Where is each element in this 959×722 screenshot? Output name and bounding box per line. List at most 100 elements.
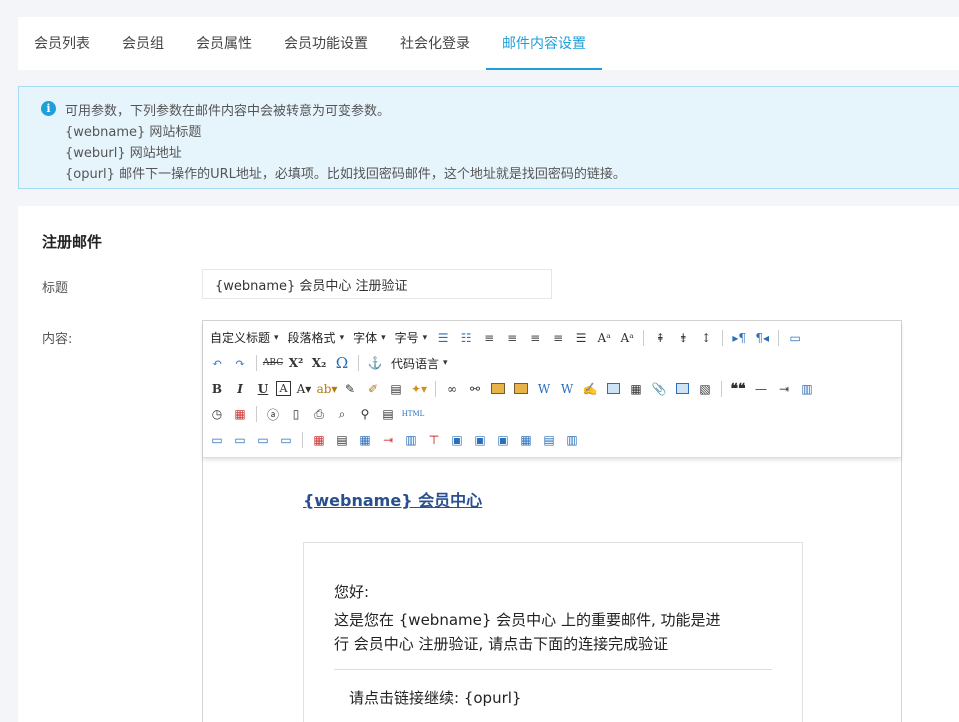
tab-member-group[interactable]: 会员组 [106,17,180,70]
italic-icon[interactable]: I [230,379,250,399]
font-case-upper-icon[interactable]: Aᵃ [594,328,614,348]
email-body-box: 您好: 这是您在 {webname} 会员中心 上的重要邮件, 功能是进 行 会… [303,542,803,722]
word-import-icon[interactable]: W [557,379,577,399]
info-notice: i 可用参数，下列参数在邮件内容中会被转意为可变参数。 {webname} 网站… [18,86,959,189]
merge-down-icon[interactable]: ▣ [493,430,513,450]
underline-icon[interactable]: U [253,379,273,399]
search-replace-icon[interactable]: ⚲ [355,404,375,424]
tab-member-list[interactable]: 会员列表 [18,17,106,70]
template-icon[interactable]: ▧ [695,379,715,399]
print-icon[interactable]: ⎙ [309,404,329,424]
row-spacing-top-icon[interactable]: ⇞ [650,328,670,348]
strikethrough-icon[interactable]: ABC [263,353,283,373]
word-image-icon[interactable]: W [534,379,554,399]
bold-icon[interactable]: B [207,379,227,399]
line-height-icon[interactable]: ↕ [696,328,716,348]
insert-table-icon[interactable]: ▦ [309,430,329,450]
anchor-icon[interactable]: ⚓ [365,353,385,373]
columns-icon[interactable]: ▥ [797,379,817,399]
image-none-icon[interactable]: ▭ [207,430,227,450]
toolbar-separator [358,355,359,372]
ordered-list-icon[interactable]: ☰ [433,328,453,348]
video-icon[interactable] [603,379,623,399]
redo-icon[interactable]: ↷ [230,353,250,373]
split-cells-icon[interactable]: ▦ [516,430,536,450]
image-right-icon[interactable]: ▭ [253,430,273,450]
font-border-icon[interactable]: A [276,381,291,397]
special-chars-icon[interactable]: Ω [332,353,352,373]
delete-row-icon[interactable]: ⇥ [378,430,398,450]
top-band [0,0,959,17]
time-icon[interactable]: ◷ [207,404,227,424]
multi-image-icon[interactable] [511,379,531,399]
map-icon[interactable] [672,379,692,399]
toolbar-separator [302,431,303,448]
insert-caption-icon[interactable]: ▤ [332,430,352,450]
code-language-dropdown[interactable]: 代码语言 [388,353,451,373]
autotypeset-icon[interactable]: ▤ [378,404,398,424]
align-right-icon[interactable]: ≡ [548,328,568,348]
subscript-icon[interactable]: X₂ [309,353,329,373]
rtl-direction-icon[interactable]: ¶◂ [752,328,772,348]
superscript-icon[interactable]: X² [286,353,306,373]
unlink-icon[interactable]: ⚯ [465,379,485,399]
html-source-icon[interactable]: HTML [401,404,425,424]
font-family-dropdown[interactable]: 字体 [350,328,389,348]
toolbar-separator [643,329,645,346]
source-view-icon[interactable]: ▭ [785,328,805,348]
subject-input[interactable] [202,269,552,299]
eraser-icon[interactable]: ✎ [340,379,360,399]
toolbar-separator [256,355,257,372]
align-justify-icon[interactable]: ☰ [571,328,591,348]
page-break-icon[interactable]: ⇥ [774,379,794,399]
image-icon[interactable] [488,379,508,399]
undo-icon[interactable]: ↶ [207,353,227,373]
editor-toolbar: 自定义标题 段落格式 字体 字号 ☰ ☷ ≡ ≡ ≡ ≡ ☰ Aᵃ Aᵃ ⇞ ⇟… [203,321,901,458]
split-rows-icon[interactable]: ▤ [539,430,559,450]
unordered-list-icon[interactable]: ☷ [456,328,476,348]
email-heading-link[interactable]: {webname} 会员中心 [303,487,482,511]
row-spacing-bottom-icon[interactable]: ⇟ [673,328,693,348]
format-painter-icon[interactable]: ✐ [363,379,383,399]
insert-col-icon[interactable]: ▥ [401,430,421,450]
paragraph-format-dropdown[interactable]: 段落格式 [285,328,348,348]
font-case-lower-icon[interactable]: Aᵃ [617,328,637,348]
blockquote-icon[interactable]: ❝❝ [728,379,748,399]
date-icon[interactable]: ▦ [230,404,250,424]
align-indent-icon[interactable]: ≡ [479,328,499,348]
image-center-icon[interactable]: ▭ [276,430,296,450]
highlight-color-icon[interactable]: ab▾ [317,379,338,399]
scrawl-icon[interactable]: ✍ [580,379,600,399]
attachment-icon[interactable]: 📎 [649,379,669,399]
email-body-line-1: 这是您在 {webname} 会员中心 上的重要邮件, 功能是进 [334,611,721,629]
merge-cells-icon[interactable]: ▣ [447,430,467,450]
tab-member-function-settings[interactable]: 会员功能设置 [268,17,384,70]
table-icon[interactable]: ▦ [626,379,646,399]
tab-social-login[interactable]: 社会化登录 [384,17,486,70]
tab-member-attributes[interactable]: 会员属性 [180,17,268,70]
select-all-icon[interactable]: ⓐ [263,404,283,424]
paste-plain-icon[interactable]: ▤ [386,379,406,399]
tab-email-content-settings[interactable]: 邮件内容设置 [486,17,602,70]
toolbar-row-4: ◷ ▦ ⓐ ▯ ⎙ ⌕ ⚲ ▤ HTML [207,402,897,428]
ltr-direction-icon[interactable]: ▸¶ [729,328,749,348]
split-cols-icon[interactable]: ▥ [562,430,582,450]
horizontal-rule-icon[interactable]: — [751,379,771,399]
merge-right-icon[interactable]: ▣ [470,430,490,450]
toolbar-row-1: 自定义标题 段落格式 字体 字号 ☰ ☷ ≡ ≡ ≡ ≡ ☰ Aᵃ Aᵃ ⇞ ⇟… [207,325,897,351]
link-icon[interactable]: ∞ [442,379,462,399]
align-left-icon[interactable]: ≡ [502,328,522,348]
image-left-icon[interactable]: ▭ [230,430,250,450]
font-size-dropdown[interactable]: 字号 [392,328,431,348]
clear-doc-icon[interactable]: ▯ [286,404,306,424]
align-center-icon[interactable]: ≡ [525,328,545,348]
toolbar-separator [256,406,257,423]
font-color-icon[interactable]: A▾ [294,379,314,399]
magic-format-icon[interactable]: ✦▾ [409,379,429,399]
delete-col-icon[interactable]: ⊤ [424,430,444,450]
content-label: 内容: [42,332,73,347]
insert-row-icon[interactable]: ▦ [355,430,375,450]
email-greeting: 您好: [334,583,370,601]
custom-title-dropdown[interactable]: 自定义标题 [207,328,282,348]
preview-icon[interactable]: ⌕ [332,404,352,424]
